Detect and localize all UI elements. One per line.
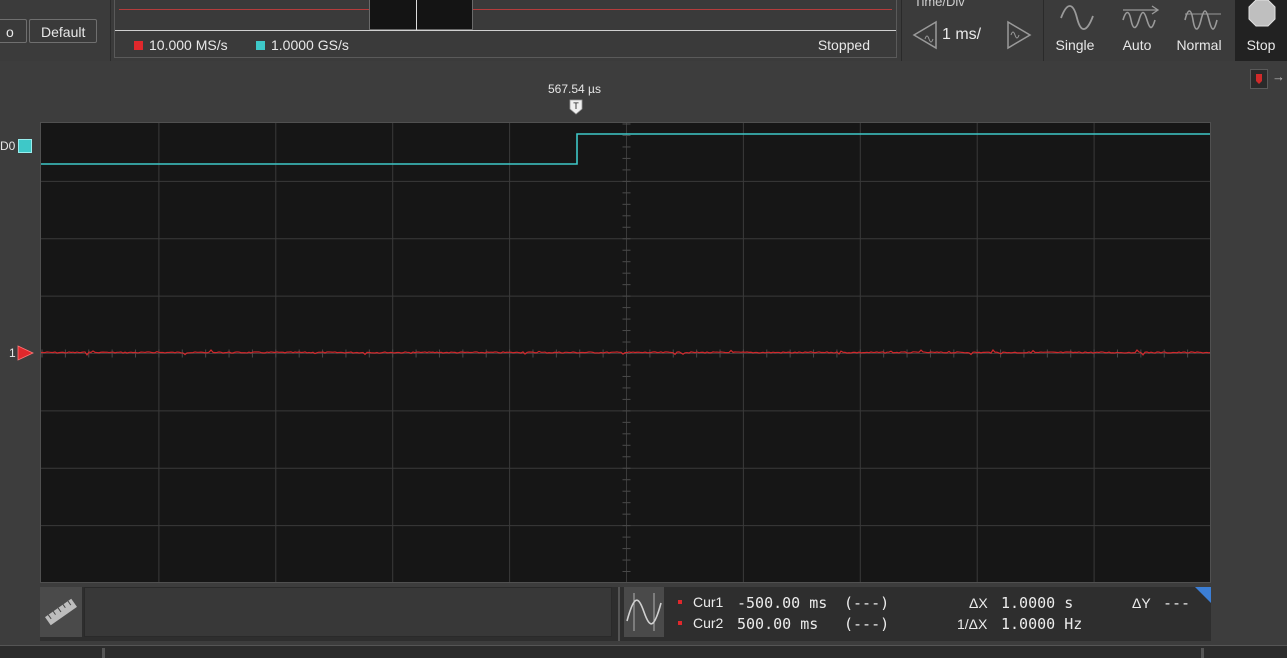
time-div-value[interactable]: 1 ms/ (942, 26, 981, 44)
bottom-bar: Cur1 -500.00 ms (---) Cur2 500.00 ms (--… (40, 587, 1211, 641)
cur2-label: Cur2 (693, 615, 724, 631)
inv-delta-x-label: 1/ΔX (957, 616, 988, 632)
cursor-wave-icon (626, 593, 662, 631)
marker-tool-button[interactable] (1250, 69, 1268, 89)
single-mode-label: Single (1055, 37, 1095, 53)
analog-channel-label: 1 (9, 346, 16, 360)
time-div-title: Time/Div (914, 0, 965, 9)
normal-mode-button[interactable]: Normal (1168, 0, 1230, 61)
cur1-indicator (678, 600, 682, 604)
overview-trace (119, 9, 892, 10)
status-bar (0, 645, 1287, 658)
time-div-increase-icon[interactable] (1006, 20, 1032, 50)
delta-x-label: ΔX (969, 595, 988, 611)
marker-icon (1256, 74, 1262, 84)
cur1-extra: (---) (844, 594, 890, 612)
single-mode-button[interactable]: Single (1044, 0, 1106, 61)
auto-wave-icon (1122, 5, 1160, 29)
ruler-icon (45, 598, 77, 626)
trigger-position-marker[interactable]: T (569, 99, 583, 115)
rate1-swatch (134, 41, 143, 50)
inv-delta-x-value: 1.0000 Hz (1001, 615, 1083, 633)
rate2-text: 1.0000 GS/s (271, 37, 349, 53)
cur1-label: Cur1 (693, 594, 724, 610)
auto-mode-label: Auto (1122, 37, 1152, 53)
rate1-text: 10.000 MS/s (149, 37, 228, 53)
waveform-svg (41, 123, 1210, 582)
stop-button[interactable]: Stop (1235, 0, 1287, 61)
normal-wave-icon (1184, 10, 1221, 30)
trigger-time-label: 567.54 µs (548, 82, 601, 96)
panel-corner-indicator[interactable] (1195, 587, 1211, 603)
digital-channel-color-box[interactable] (18, 139, 32, 153)
cur2-extra: (---) (844, 615, 890, 633)
toolbar-separator (110, 0, 111, 61)
cur2-indicator (678, 621, 682, 625)
cur1-value[interactable]: -500.00 ms (737, 594, 827, 612)
cur2-value[interactable]: 500.00 ms (737, 615, 818, 633)
digital-channel-label: D0 (0, 139, 16, 153)
delta-x-value: 1.0000 s (1001, 594, 1074, 612)
overview-view-window[interactable] (369, 0, 473, 30)
cursor-toggle-button[interactable] (624, 587, 664, 637)
waveform-display[interactable] (40, 122, 1211, 583)
auto-mode-button[interactable]: Auto (1106, 0, 1168, 61)
overview-baseline (115, 30, 896, 31)
expand-arrow-icon[interactable]: → (1272, 69, 1285, 84)
delta-y-label: ΔY (1132, 595, 1151, 611)
bottom-divider (618, 587, 620, 641)
single-wave-icon (1060, 5, 1094, 30)
default-button[interactable]: Default (29, 19, 98, 43)
time-div-decrease-icon[interactable] (912, 20, 938, 50)
normal-mode-label: Normal (1176, 37, 1222, 53)
channel1-offset-marker[interactable] (17, 345, 35, 361)
delta-y-value: --- (1163, 594, 1191, 612)
measurement-panel (84, 587, 612, 637)
right-panel: → (1225, 61, 1287, 642)
overview-trigger-marker (416, 0, 417, 30)
partial-button[interactable]: o (0, 19, 27, 43)
stop-icon (1248, 0, 1276, 27)
time-div-control: Time/Div 1 ms/ (901, 0, 1044, 61)
trigger-marker-text: T (573, 101, 579, 111)
acquisition-status: Stopped (817, 37, 870, 53)
stop-label: Stop (1246, 37, 1276, 53)
measure-button[interactable] (40, 587, 82, 637)
cursor-readout-panel: Cur1 -500.00 ms (---) Cur2 500.00 ms (--… (670, 587, 1211, 641)
rate2-swatch (256, 41, 265, 50)
toolbar: o Default 10.000 MS/s 1.0000 GS/s Stoppe… (0, 0, 1287, 62)
capture-overview[interactable]: 10.000 MS/s 1.0000 GS/s Stopped (114, 0, 897, 58)
